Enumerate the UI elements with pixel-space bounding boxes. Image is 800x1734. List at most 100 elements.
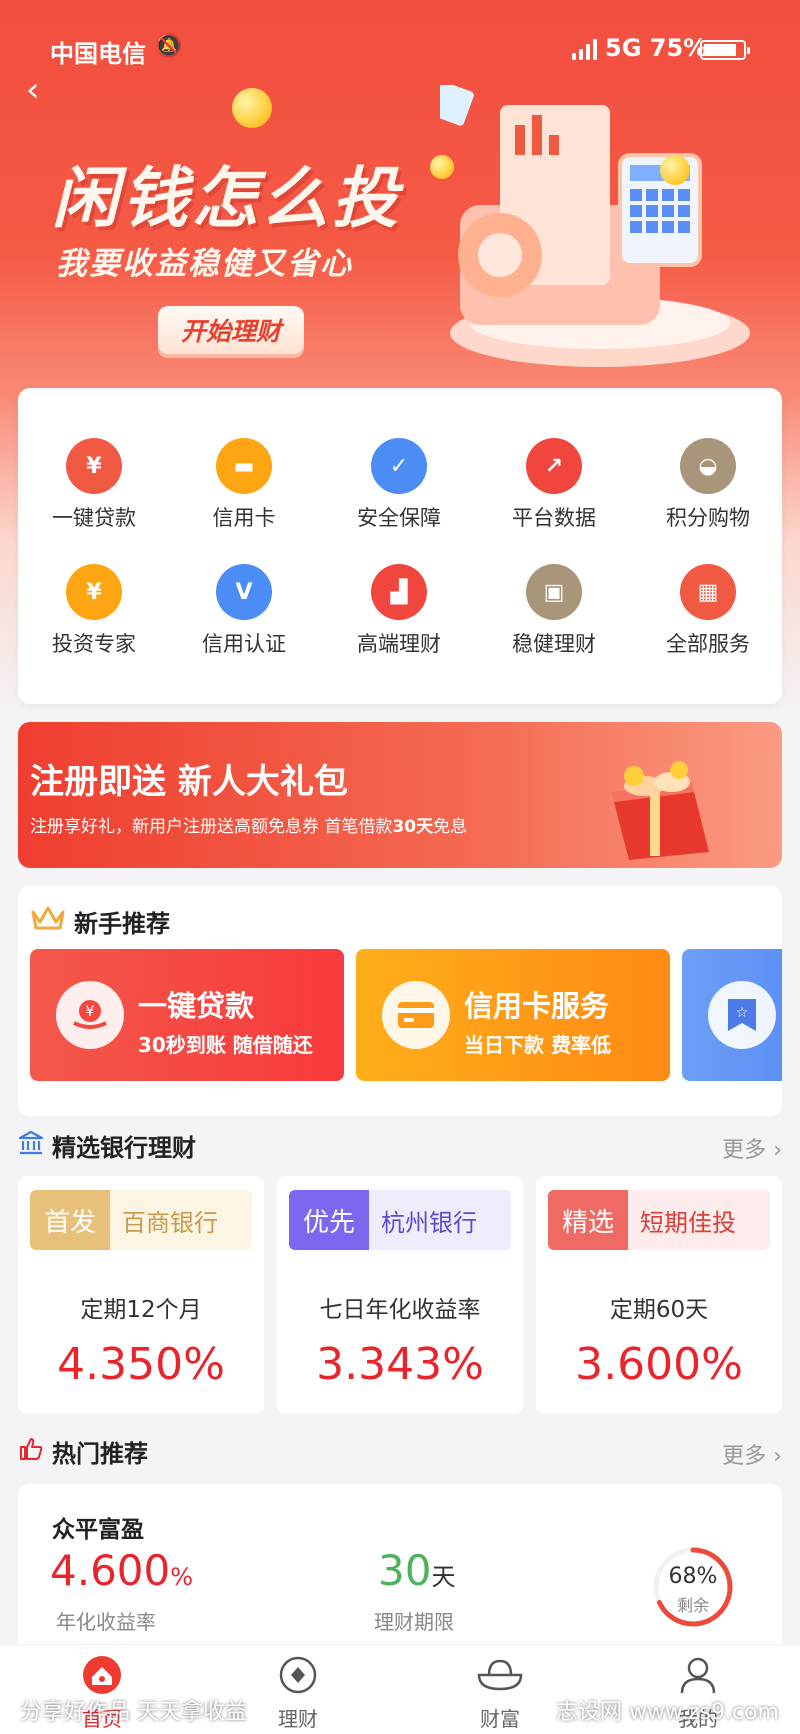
newbie-section: 新手推荐 ¥ 一键贷款 30秒到账 随借随还 信用卡服务 当日下款 费率低 ☆ <box>18 886 782 1116</box>
service-all[interactable]: ▦ 全部服务 <box>632 564 784 658</box>
service-label: 信用卡 <box>212 506 276 530</box>
hot-product-rate-label: 年化收益率 <box>56 1610 156 1634</box>
product-rate: 3.600% <box>575 1339 743 1390</box>
hero-title: 闲钱怎么投 <box>52 160 402 237</box>
hot-section-header: 热门推荐 更多 › <box>18 1432 782 1472</box>
bank-product-card[interactable]: 优先 杭州银行 七日年化收益率 3.343% <box>277 1176 523 1414</box>
bank-product-card[interactable]: 精选 短期佳投 定期60天 3.600% <box>536 1176 782 1414</box>
coin-icon <box>232 88 272 128</box>
tab-finance[interactable]: 理财 <box>238 1655 358 1732</box>
service-loan[interactable]: ¥ 一键贷款 <box>18 438 170 532</box>
product-tag: 首发 <box>30 1190 110 1250</box>
bank-product-card[interactable]: 首发 百商银行 定期12个月 4.350% <box>18 1176 264 1414</box>
service-label: 积分购物 <box>666 506 750 530</box>
service-label: 信用认证 <box>202 632 286 656</box>
product-rate: 3.343% <box>316 1339 484 1390</box>
product-bank: 百商银行 <box>110 1190 252 1250</box>
remaining-label: 剩余 <box>676 1596 709 1615</box>
newbie-card-title: 一键贷款 <box>138 989 255 1023</box>
remaining-progress-ring: 68% 剩余 <box>652 1546 734 1628</box>
credit-card-icon: ▬ <box>216 438 272 494</box>
hero-subtitle: 我要收益稳健又省心 <box>56 246 353 282</box>
tab-label: 首页 <box>82 1707 122 1731</box>
newbie-card-subtitle: 当日下款 费率低 <box>464 1033 611 1057</box>
star-badge-icon: ☆ <box>708 981 776 1049</box>
services-grid: ¥ 一键贷款 ▬ 信用卡 ✓ 安全保障 ↗ 平台数据 ◒ 积分购物 ¥ 投资专家… <box>18 388 782 704</box>
service-premium-finance[interactable]: ▟ 高端理财 <box>323 564 475 658</box>
bottom-tab-bar: 首页 理财 财富 我的 <box>0 1644 800 1734</box>
promo-title: 注册即送 新人大礼包 <box>30 762 348 802</box>
service-points-shop[interactable]: ◒ 积分购物 <box>632 438 784 532</box>
service-label: 高端理财 <box>357 632 441 656</box>
service-label: 安全保障 <box>357 506 441 530</box>
product-term: 定期60天 <box>609 1297 709 1323</box>
hot-product-name: 众平富盈 <box>52 1517 144 1543</box>
user-icon <box>680 1657 716 1694</box>
newbie-title: 新手推荐 <box>74 910 170 938</box>
ingot-icon <box>477 1659 523 1691</box>
promo-subtitle: 注册享好礼，新用户注册送高额免息券 首笔借款30天免息 <box>30 817 468 837</box>
back-icon[interactable]: ‹ <box>26 70 40 110</box>
service-label: 一键贷款 <box>52 506 136 530</box>
hot-section-title: 热门推荐 <box>52 1440 148 1468</box>
newbie-card-credit[interactable]: 信用卡服务 当日下款 费率低 <box>356 949 670 1081</box>
service-label: 平台数据 <box>512 506 596 530</box>
bar-chart-icon: ▟ <box>371 564 427 620</box>
service-credit-card[interactable]: ▬ 信用卡 <box>168 438 320 532</box>
silent-bell-icon: 🔕 <box>155 34 183 59</box>
diamond-icon <box>279 1656 317 1694</box>
tab-home[interactable]: 首页 <box>42 1655 162 1732</box>
hot-product-card[interactable]: 众平富盈 4.600% 年化收益率 30天 理财期限 68% 剩余 <box>18 1484 782 1654</box>
promo-banner[interactable]: 注册即送 新人大礼包 注册享好礼，新用户注册送高额免息券 首笔借款30天免息 <box>18 722 782 868</box>
battery-percent: 75% <box>649 34 708 62</box>
tab-label: 我的 <box>678 1707 718 1731</box>
product-tag: 优先 <box>289 1190 369 1250</box>
grid-icon: ▦ <box>680 564 736 620</box>
tab-mine[interactable]: 我的 <box>638 1655 758 1732</box>
service-label: 投资专家 <box>52 632 136 656</box>
service-label: 全部服务 <box>666 632 750 656</box>
product-tag: 精选 <box>548 1190 628 1250</box>
bank-section-title: 精选银行理财 <box>52 1134 196 1162</box>
service-security[interactable]: ✓ 安全保障 <box>323 438 475 532</box>
bank-more-link[interactable]: 更多 › <box>722 1132 782 1164</box>
service-credit-auth[interactable]: V 信用认证 <box>168 564 320 658</box>
newbie-card-loan[interactable]: ¥ 一键贷款 30秒到账 随借随还 <box>30 949 344 1081</box>
chevron-right-icon: › <box>773 1138 782 1163</box>
bank-section-header: 精选银行理财 更多 › <box>18 1126 782 1166</box>
hot-product-rate: 4.600% <box>50 1546 194 1595</box>
carrier-label: 中国电信 <box>50 40 146 68</box>
tab-wealth[interactable]: 财富 <box>440 1655 560 1732</box>
signal-icon <box>572 38 597 60</box>
newbie-card-subtitle: 30秒到账 随借随还 <box>138 1033 313 1057</box>
remaining-percent: 68% <box>668 1564 718 1589</box>
crown-icon <box>31 906 65 930</box>
product-term: 七日年化收益率 <box>319 1297 481 1323</box>
shopping-bag-icon: ◒ <box>680 438 736 494</box>
hot-more-link[interactable]: 更多 › <box>722 1438 782 1470</box>
credit-card-icon <box>382 981 450 1049</box>
service-stable-finance[interactable]: ▣ 稳健理财 <box>478 564 630 658</box>
wallet-icon: ▣ <box>526 564 582 620</box>
network-label: 5G <box>605 34 642 62</box>
service-investment-expert[interactable]: ¥ 投资专家 <box>18 564 170 658</box>
chevron-right-icon: › <box>773 1444 782 1469</box>
service-label: 稳健理财 <box>512 632 596 656</box>
product-bank: 杭州银行 <box>369 1190 511 1250</box>
svg-text:☆: ☆ <box>736 1005 749 1021</box>
finance-illustration <box>416 76 770 375</box>
product-bank: 短期佳投 <box>628 1190 770 1250</box>
money-bag-icon: ¥ <box>66 438 122 494</box>
start-investing-button[interactable]: 开始理财 <box>158 306 304 354</box>
product-term: 定期12个月 <box>80 1297 202 1323</box>
chart-icon: ↗ <box>526 438 582 494</box>
yen-hand-icon: ¥ <box>56 981 124 1049</box>
hot-product-days-label: 理财期限 <box>374 1610 454 1634</box>
service-platform-data[interactable]: ↗ 平台数据 <box>478 438 630 532</box>
newbie-card-title: 信用卡服务 <box>464 989 610 1023</box>
newbie-card-more[interactable]: ☆ <box>682 949 782 1081</box>
tab-label: 理财 <box>278 1707 318 1731</box>
home-icon <box>83 1656 121 1694</box>
gift-box-icon <box>612 761 709 860</box>
battery-icon <box>700 40 750 60</box>
